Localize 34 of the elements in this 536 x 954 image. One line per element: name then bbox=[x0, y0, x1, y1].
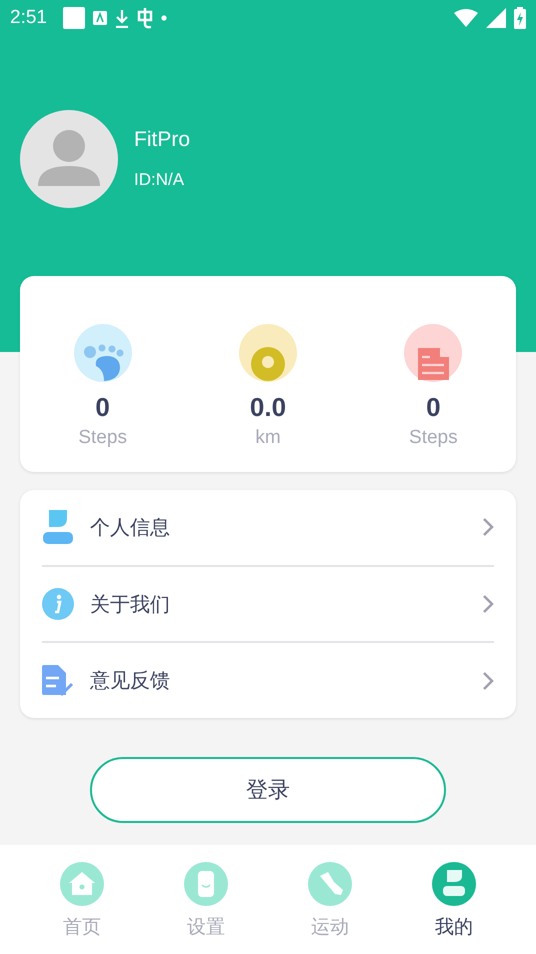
stat-unit: km bbox=[255, 427, 281, 449]
square-icon bbox=[62, 7, 85, 29]
stat-value: 0 bbox=[426, 392, 441, 423]
dot-icon bbox=[160, 15, 167, 21]
login-button[interactable]: 登录 bbox=[90, 757, 446, 823]
person-icon bbox=[432, 862, 476, 906]
avatar[interactable] bbox=[20, 110, 118, 208]
nav-tab[interactable]: 我的 bbox=[409, 845, 499, 954]
user-name: FitPro bbox=[134, 128, 190, 152]
battery-icon bbox=[514, 7, 526, 29]
watch-icon bbox=[184, 862, 228, 906]
chevron-right-icon bbox=[482, 670, 494, 691]
home-icon bbox=[60, 862, 104, 906]
chevron-right-icon bbox=[482, 517, 494, 538]
text-icon bbox=[92, 11, 107, 25]
footprint-icon bbox=[74, 324, 132, 382]
stat-unit: Steps bbox=[78, 427, 127, 449]
document-edit-icon bbox=[42, 664, 74, 697]
signal-icon bbox=[486, 8, 506, 28]
stat-unit: Steps bbox=[409, 427, 458, 449]
menu-item[interactable]: 意见反馈 bbox=[42, 643, 494, 718]
menu-item[interactable]: 个人信息 bbox=[42, 490, 494, 567]
chevron-right-icon bbox=[482, 594, 494, 614]
person-icon bbox=[42, 510, 74, 544]
coin-icon bbox=[238, 324, 297, 382]
info-icon bbox=[42, 588, 74, 620]
document-icon bbox=[404, 324, 462, 382]
menu-item[interactable]: 关于我们 bbox=[42, 566, 494, 644]
stat-value: 0.0 bbox=[250, 392, 286, 423]
download-icon bbox=[114, 8, 129, 28]
user-id: ID:N/A bbox=[134, 170, 186, 190]
stat-value: 0 bbox=[95, 392, 110, 423]
wifi-icon bbox=[454, 9, 478, 27]
status-time: 2:51 bbox=[10, 7, 47, 29]
